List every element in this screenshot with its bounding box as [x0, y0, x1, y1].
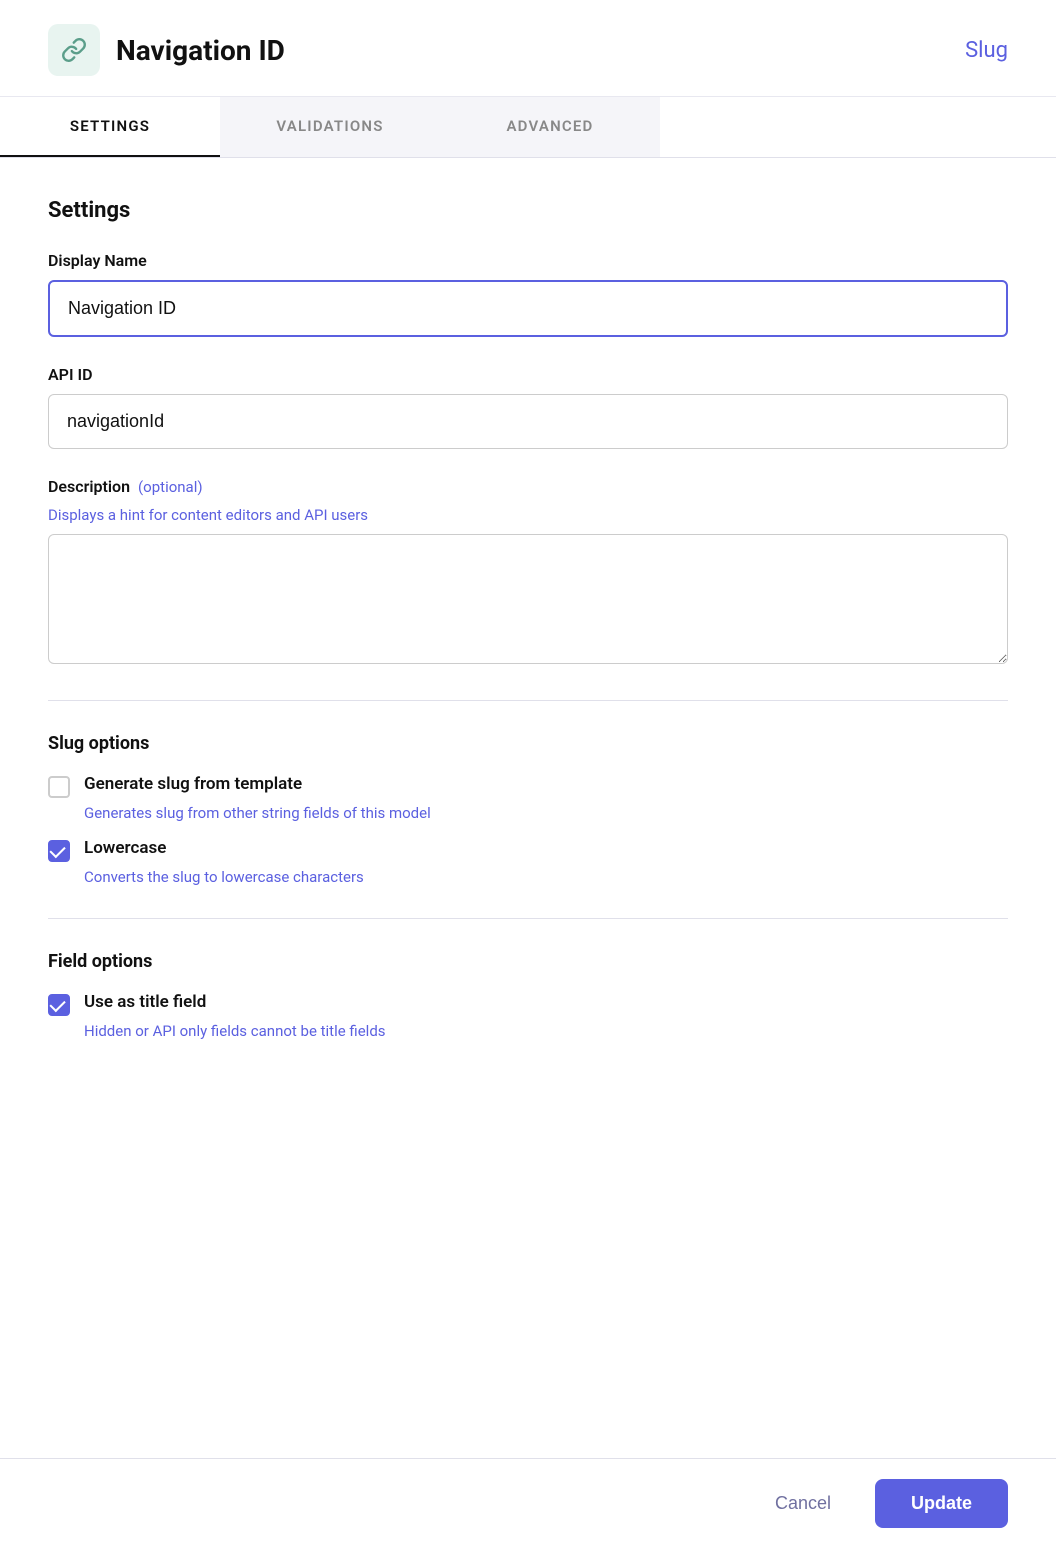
api-id-label: API ID [48, 365, 1008, 384]
field-options-title: Field options [48, 951, 1008, 972]
generate-slug-checkbox[interactable] [48, 776, 70, 798]
lowercase-row: Lowercase [48, 838, 1008, 862]
use-as-title-checkbox[interactable] [48, 994, 70, 1016]
slug-link[interactable]: Slug [965, 38, 1008, 63]
tab-validations[interactable]: VALIDATIONS [220, 97, 440, 157]
description-hint: Displays a hint for content editors and … [48, 506, 1008, 524]
header-left: Navigation ID [48, 24, 285, 76]
api-id-group: API ID [48, 365, 1008, 449]
generate-slug-row: Generate slug from template [48, 774, 1008, 798]
description-textarea[interactable] [48, 534, 1008, 664]
divider-2 [48, 918, 1008, 919]
settings-section-title: Settings [48, 198, 1008, 223]
divider-1 [48, 700, 1008, 701]
display-name-label: Display Name [48, 251, 1008, 270]
header: Navigation ID Slug [0, 0, 1056, 97]
settings-panel: Settings Display Name API ID Description… [0, 158, 1056, 1164]
cancel-button[interactable]: Cancel [755, 1481, 851, 1526]
display-name-group: Display Name [48, 251, 1008, 337]
generate-slug-label: Generate slug from template [84, 774, 302, 794]
update-button[interactable]: Update [875, 1479, 1008, 1528]
generate-slug-desc: Generates slug from other string fields … [84, 804, 1008, 822]
description-optional: (optional) [138, 478, 203, 496]
slug-options-group: Slug options Generate slug from template… [48, 733, 1008, 886]
display-name-input[interactable] [48, 280, 1008, 337]
lowercase-label: Lowercase [84, 838, 166, 858]
link-icon [48, 24, 100, 76]
use-as-title-label: Use as title field [84, 992, 206, 1012]
footer: Cancel Update [0, 1458, 1056, 1548]
page-title: Navigation ID [116, 34, 285, 67]
slug-options-title: Slug options [48, 733, 1008, 754]
use-as-title-desc: Hidden or API only fields cannot be titl… [84, 1022, 1008, 1040]
description-group: Description (optional) Displays a hint f… [48, 477, 1008, 668]
description-label: Description (optional) [48, 477, 1008, 496]
tabs-bar: SETTINGS VALIDATIONS ADVANCED [0, 97, 1056, 158]
tab-advanced[interactable]: ADVANCED [440, 97, 660, 157]
field-options-group: Field options Use as title field Hidden … [48, 951, 1008, 1040]
use-as-title-row: Use as title field [48, 992, 1008, 1016]
lowercase-desc: Converts the slug to lowercase character… [84, 868, 1008, 886]
lowercase-checkbox[interactable] [48, 840, 70, 862]
api-id-input[interactable] [48, 394, 1008, 449]
tab-settings[interactable]: SETTINGS [0, 97, 220, 157]
